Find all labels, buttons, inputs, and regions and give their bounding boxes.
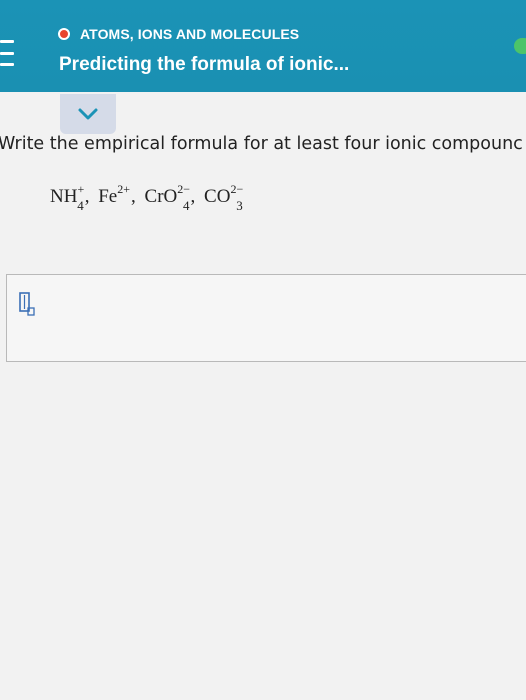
ion-carbonate: CO2−3 <box>204 182 244 213</box>
question-prompt: Write the empirical formula for at least… <box>0 134 523 154</box>
topic-label: ATOMS, IONS AND MOLECULES <box>80 26 300 42</box>
formula-subscript-icon[interactable] <box>17 291 37 317</box>
ion-iron: Fe2+ <box>98 182 131 207</box>
progress-pill[interactable] <box>514 38 526 54</box>
header-bar: ATOMS, IONS AND MOLECULES Predicting the… <box>0 0 526 92</box>
collapse-button[interactable] <box>60 94 116 134</box>
ion-ammonium: NH+4 <box>50 182 85 213</box>
hamburger-menu-icon[interactable] <box>0 40 16 66</box>
chevron-down-icon <box>78 108 98 120</box>
answer-input[interactable] <box>6 274 526 362</box>
page-title: Predicting the formula of ionic... <box>59 54 350 75</box>
ion-chromate: CrO2−4 <box>144 182 191 213</box>
topic-row: ATOMS, IONS AND MOLECULES <box>58 24 299 44</box>
ion-list: NH+4, Fe2+, CrO2−4, CO2−3 <box>50 182 244 213</box>
topic-status-dot <box>58 28 70 40</box>
